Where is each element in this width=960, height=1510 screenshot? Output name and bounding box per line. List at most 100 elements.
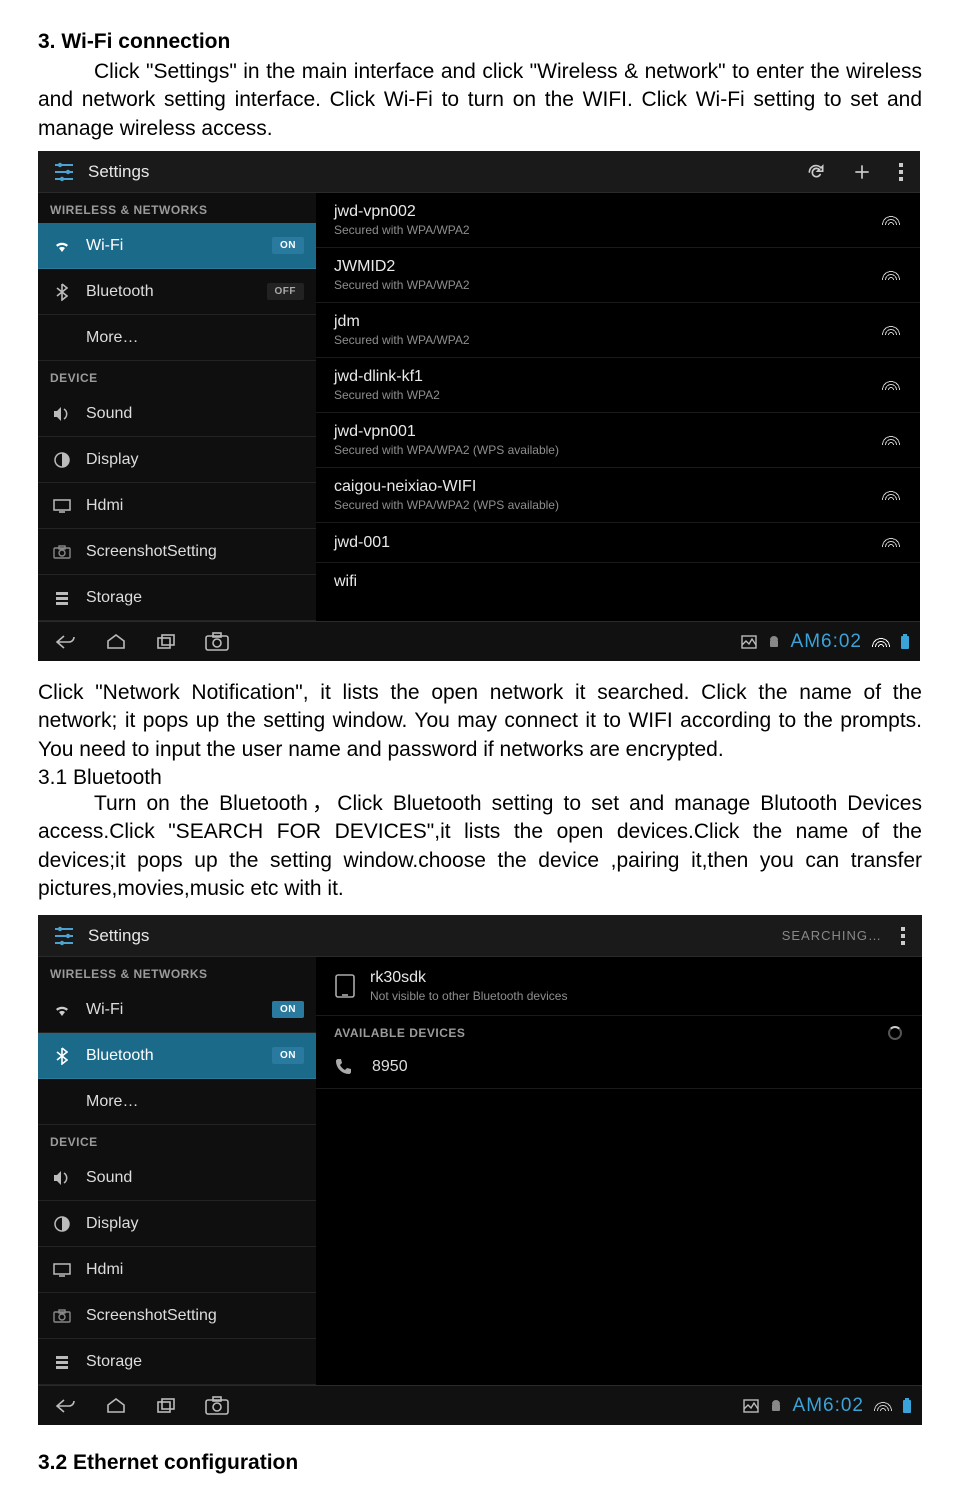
storage-icon xyxy=(50,590,74,606)
wifi-toggle-on[interactable]: ON xyxy=(272,237,304,254)
paragraph-bluetooth: Turn on the Bluetooth，Click Bluetooth se… xyxy=(38,790,922,903)
sidebar-item-sound[interactable]: Sound xyxy=(38,391,316,437)
settings-sidebar: WIRELESS & NETWORKS Wi-Fi ON Bluetooth O… xyxy=(38,193,316,621)
home-icon[interactable] xyxy=(106,1398,126,1414)
settings-title: Settings xyxy=(88,926,782,946)
battery-status-icon xyxy=(902,1398,912,1414)
android-status-icon xyxy=(769,1399,783,1413)
overflow-menu-icon[interactable] xyxy=(900,926,906,946)
bluetooth-self-device[interactable]: rk30sdk Not visible to other Bluetooth d… xyxy=(316,957,922,1016)
storage-icon xyxy=(50,1354,74,1370)
wifi-toggle-on[interactable]: ON xyxy=(272,1001,304,1018)
category-device-header: DEVICE xyxy=(38,1125,316,1155)
wifi-network-row[interactable]: jwd-vpn002Secured with WPA/WPA2 xyxy=(316,193,920,248)
android-status-icon xyxy=(767,635,781,649)
sidebar-item-hdmi[interactable]: Hdmi xyxy=(38,1247,316,1293)
hdmi-icon xyxy=(50,1263,74,1277)
display-icon xyxy=(50,452,74,468)
display-icon xyxy=(50,1216,74,1232)
paragraph-wifi-intro: Click "Settings" in the main interface a… xyxy=(38,58,922,143)
section-heading: 3. Wi-Fi connection xyxy=(38,30,922,54)
wifi-network-row[interactable]: jwd-001 xyxy=(316,523,920,563)
subsection-heading-ethernet: 3.2 Ethernet configuration xyxy=(38,1451,922,1475)
sidebar-item-wifi[interactable]: Wi-Fi ON xyxy=(38,987,316,1033)
screenshot-bluetooth-settings: Settings SEARCHING… WIRELESS & NETWORKS … xyxy=(38,915,922,1425)
settings-topbar: Settings xyxy=(38,151,920,193)
sound-icon xyxy=(50,1170,74,1186)
settings-sliders-icon xyxy=(50,922,78,950)
sidebar-item-sound[interactable]: Sound xyxy=(38,1155,316,1201)
sidebar-item-display[interactable]: Display xyxy=(38,1201,316,1247)
camera-icon xyxy=(50,545,74,559)
back-icon[interactable] xyxy=(54,1398,76,1414)
wifi-signal-icon xyxy=(882,431,900,450)
sidebar-item-bluetooth[interactable]: Bluetooth ON xyxy=(38,1033,316,1079)
bluetooth-toggle-on[interactable]: ON xyxy=(272,1047,304,1064)
bluetooth-found-device[interactable]: 8950 xyxy=(316,1046,922,1089)
hdmi-icon xyxy=(50,499,74,513)
settings-sliders-icon xyxy=(50,158,78,186)
category-wireless-header: WIRELESS & NETWORKS xyxy=(38,193,316,223)
wifi-network-list: jwd-vpn002Secured with WPA/WPA2 JWMID2Se… xyxy=(316,193,920,621)
wifi-signal-icon xyxy=(882,486,900,505)
overflow-menu-icon[interactable] xyxy=(898,162,904,182)
sidebar-item-more[interactable]: More… xyxy=(38,1079,316,1125)
picture-status-icon xyxy=(743,1399,759,1413)
refresh-icon[interactable] xyxy=(806,162,826,182)
searching-spinner-icon xyxy=(888,1026,902,1040)
wifi-icon xyxy=(50,1003,74,1017)
wifi-signal-icon xyxy=(882,533,900,552)
screenshot-shortcut-icon[interactable] xyxy=(204,1396,230,1416)
sidebar-item-display[interactable]: Display xyxy=(38,437,316,483)
system-navbar: AM6:02 xyxy=(38,621,920,661)
sidebar-item-hdmi[interactable]: Hdmi xyxy=(38,483,316,529)
home-icon[interactable] xyxy=(106,634,126,650)
add-icon[interactable] xyxy=(852,162,872,182)
system-navbar: AM6:02 xyxy=(38,1385,922,1425)
wifi-signal-icon xyxy=(882,376,900,395)
bluetooth-icon xyxy=(50,1047,74,1065)
sidebar-item-screenshot[interactable]: ScreenshotSetting xyxy=(38,529,316,575)
back-icon[interactable] xyxy=(54,634,76,650)
wifi-network-row[interactable]: jwd-dlink-kf1Secured with WPA2 xyxy=(316,358,920,413)
wifi-network-row[interactable]: jwd-vpn001Secured with WPA/WPA2 (WPS ava… xyxy=(316,413,920,468)
sound-icon xyxy=(50,406,74,422)
sidebar-item-storage[interactable]: Storage xyxy=(38,1339,316,1385)
category-device-header: DEVICE xyxy=(38,361,316,391)
wifi-signal-icon xyxy=(882,266,900,285)
wifi-network-row[interactable]: caigou-neixiao-WIFISecured with WPA/WPA2… xyxy=(316,468,920,523)
settings-sidebar: WIRELESS & NETWORKS Wi-Fi ON Bluetooth O… xyxy=(38,957,316,1385)
screenshot-shortcut-icon[interactable] xyxy=(204,632,230,652)
category-wireless-header: WIRELESS & NETWORKS xyxy=(38,957,316,987)
camera-icon xyxy=(50,1309,74,1323)
recent-apps-icon[interactable] xyxy=(156,634,176,650)
wifi-status-icon xyxy=(874,1397,892,1414)
sidebar-item-screenshot[interactable]: ScreenshotSetting xyxy=(38,1293,316,1339)
wifi-network-row[interactable]: JWMID2Secured with WPA/WPA2 xyxy=(316,248,920,303)
wifi-icon xyxy=(50,239,74,253)
bluetooth-device-pane: rk30sdk Not visible to other Bluetooth d… xyxy=(316,957,922,1385)
searching-status: SEARCHING… xyxy=(782,928,882,943)
status-clock: AM6:02 xyxy=(793,1395,864,1417)
picture-status-icon xyxy=(741,635,757,649)
screenshot-wifi-settings: Settings WIRELESS & NETWORKS Wi-Fi ON xyxy=(38,151,920,661)
wifi-network-row[interactable]: wifi xyxy=(316,563,920,601)
bluetooth-toggle-off[interactable]: OFF xyxy=(267,283,305,300)
sidebar-item-bluetooth[interactable]: Bluetooth OFF xyxy=(38,269,316,315)
bluetooth-icon xyxy=(50,283,74,301)
tablet-icon xyxy=(334,973,356,999)
paragraph-network-notification: Click "Network Notification", it lists t… xyxy=(38,679,922,764)
available-devices-header: AVAILABLE DEVICES xyxy=(316,1016,922,1046)
sidebar-item-more[interactable]: More… xyxy=(38,315,316,361)
battery-status-icon xyxy=(900,634,910,650)
status-clock: AM6:02 xyxy=(791,631,862,653)
sidebar-item-storage[interactable]: Storage xyxy=(38,575,316,621)
settings-title: Settings xyxy=(88,162,806,182)
settings-topbar: Settings SEARCHING… xyxy=(38,915,922,957)
subsection-heading-bluetooth: 3.1 Bluetooth xyxy=(38,766,922,790)
wifi-signal-icon xyxy=(882,321,900,340)
recent-apps-icon[interactable] xyxy=(156,1398,176,1414)
sidebar-item-wifi[interactable]: Wi-Fi ON xyxy=(38,223,316,269)
wifi-network-row[interactable]: jdmSecured with WPA/WPA2 xyxy=(316,303,920,358)
phone-icon xyxy=(334,1058,358,1076)
